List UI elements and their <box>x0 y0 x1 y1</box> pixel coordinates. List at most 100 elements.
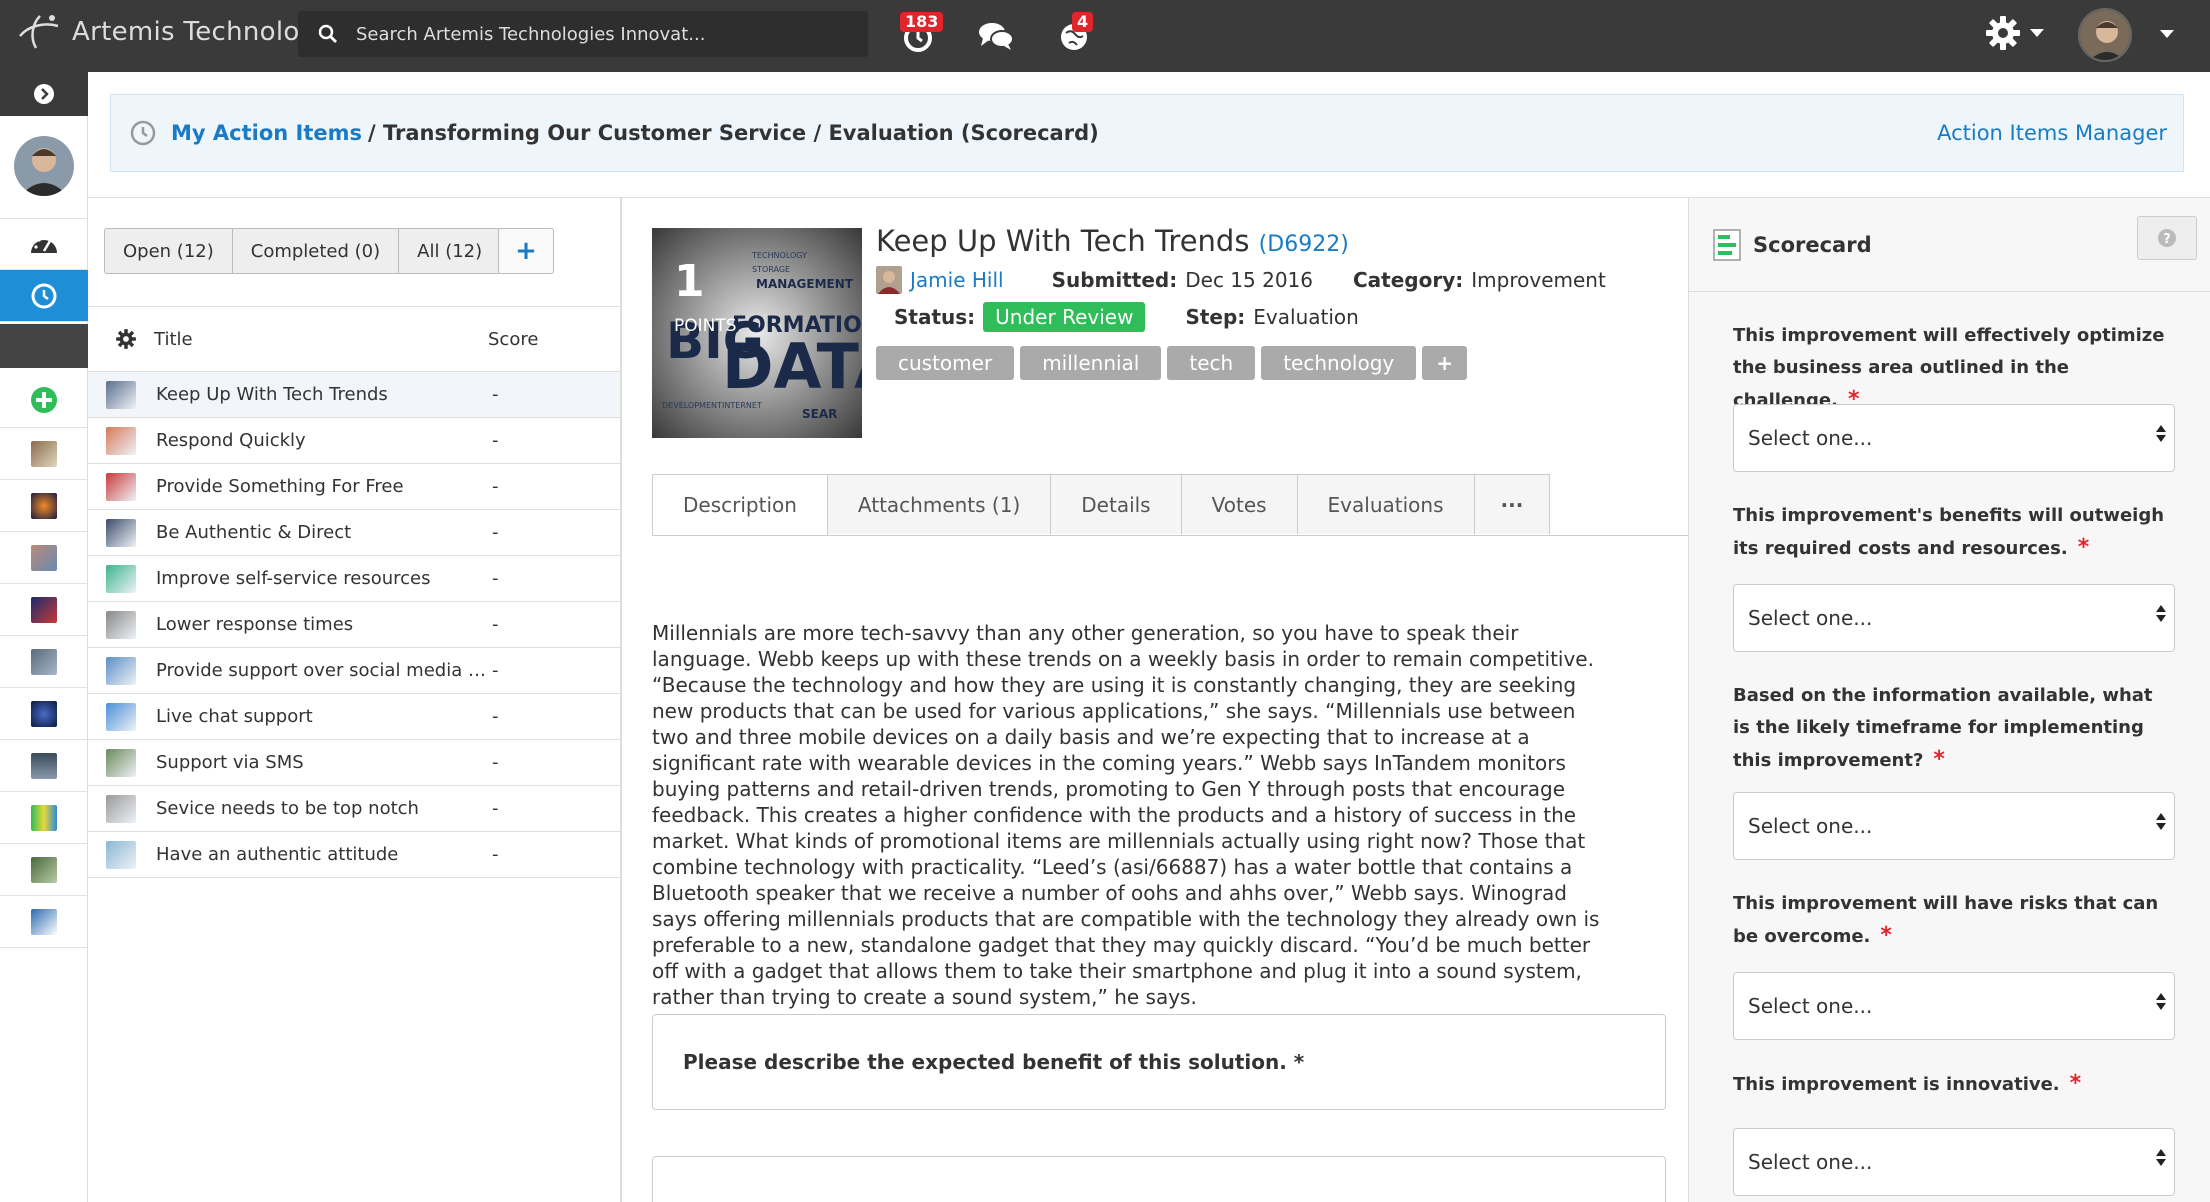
select-arrows-icon <box>2156 993 2166 1010</box>
user-avatar[interactable] <box>2078 8 2132 62</box>
tag-millennial[interactable]: millennial <box>1020 346 1162 380</box>
rail-divider <box>0 324 88 368</box>
column-score-header[interactable]: Score <box>488 329 538 350</box>
item-thumbnail-icon <box>106 702 136 731</box>
tag-customer[interactable]: customer <box>876 346 1015 380</box>
item-score: - <box>492 430 499 451</box>
messages-button[interactable] <box>974 14 1018 58</box>
tab-description[interactable]: Description <box>652 474 828 536</box>
scorecard-question-3: Based on the information available, what… <box>1733 680 2173 777</box>
tag-tech[interactable]: tech <box>1167 346 1256 380</box>
activity-button[interactable]: 183 <box>896 12 944 58</box>
item-score: - <box>492 798 499 819</box>
filter-open-button[interactable]: Open (12) <box>104 228 233 274</box>
list-item[interactable]: Sevice needs to be top notch - <box>88 786 620 832</box>
scorecard-list-icon <box>1713 228 1741 261</box>
clock-icon <box>31 283 57 308</box>
item-thumbnail-icon <box>106 794 136 823</box>
user-menu-chevron-icon[interactable] <box>2160 30 2174 38</box>
required-asterisk: * <box>1933 747 1945 772</box>
idea-id-link[interactable]: D6922 <box>1267 232 1340 257</box>
svg-text:?: ? <box>2163 232 2171 247</box>
scorecard-question-4: This improvement will have risks that ca… <box>1733 888 2173 953</box>
list-item[interactable]: Lower response times - <box>88 602 620 648</box>
clock-icon <box>130 120 156 146</box>
settings-menu[interactable] <box>1984 14 2044 52</box>
add-tag-button[interactable]: + <box>1422 346 1468 380</box>
column-title-header[interactable]: Title <box>154 329 488 350</box>
challenge-thumbnail-icon <box>31 908 57 935</box>
svg-text:STORAGE: STORAGE <box>752 265 790 274</box>
list-item[interactable]: Have an authentic attitude - <box>88 832 620 878</box>
rail-challenge-7[interactable] <box>0 740 88 792</box>
scorecard-select-1[interactable]: Select one... <box>1733 404 2175 472</box>
rail-challenge-6[interactable] <box>0 688 88 740</box>
list-item[interactable]: Improve self-service resources - <box>88 556 620 602</box>
list-item[interactable]: Support via SMS - <box>88 740 620 786</box>
tab-votes[interactable]: Votes <box>1180 474 1298 534</box>
rail-challenge-3[interactable] <box>0 532 88 584</box>
rail-challenge-8[interactable] <box>0 792 88 844</box>
rail-challenge-4[interactable] <box>0 584 88 636</box>
list-item[interactable]: Live chat support - <box>88 694 620 740</box>
tab-details[interactable]: Details <box>1050 474 1182 534</box>
question-2-text: This improvement's benefits will outweig… <box>1733 505 2165 559</box>
scorecard-select-4[interactable]: Select one... <box>1733 972 2175 1040</box>
rail-action-items[interactable] <box>0 270 88 322</box>
user-photo-icon <box>2080 10 2130 60</box>
tab-evaluations[interactable]: Evaluations <box>1296 474 1475 534</box>
list-item[interactable]: Provide Something For Free - <box>88 464 620 510</box>
points-label: POINTS <box>674 316 737 336</box>
scorecard-help-button[interactable]: ? <box>2137 216 2197 260</box>
column-settings-gear-icon[interactable] <box>98 328 154 350</box>
rail-challenge-2[interactable] <box>0 480 88 532</box>
scorecard-select-5[interactable]: Select one... <box>1733 1128 2175 1196</box>
search-bar[interactable] <box>298 11 868 57</box>
rail-challenge-9[interactable] <box>0 844 88 896</box>
list-item[interactable]: Provide support over social media c... - <box>88 648 620 694</box>
select-arrows-icon <box>2156 813 2166 830</box>
author-avatar <box>876 266 902 294</box>
rail-add-button[interactable] <box>0 372 88 428</box>
tab-attachments[interactable]: Attachments (1) <box>826 474 1052 534</box>
add-item-button[interactable]: + <box>498 228 554 274</box>
select-arrows-icon <box>2156 425 2166 442</box>
challenge-thumbnail-icon <box>31 752 57 779</box>
question-circle-icon: ? <box>2158 229 2176 247</box>
list-item[interactable]: Be Authentic & Direct - <box>88 510 620 556</box>
list-item[interactable]: Respond Quickly - <box>88 418 620 464</box>
item-title: Support via SMS <box>156 752 304 773</box>
rail-dashboard[interactable] <box>0 218 88 270</box>
rail-challenge-5[interactable] <box>0 636 88 688</box>
scorecard-select-3[interactable]: Select one... <box>1733 792 2175 860</box>
submitted-date: Dec 15 2016 <box>1185 268 1313 292</box>
item-title: Improve self-service resources <box>156 568 431 589</box>
item-title: Keep Up With Tech Trends <box>156 384 388 405</box>
rail-expand-button[interactable] <box>0 72 88 116</box>
rail-challenge-1[interactable] <box>0 428 88 480</box>
required-asterisk: * <box>2077 535 2090 560</box>
item-thumbnail-icon <box>106 472 136 501</box>
item-score: - <box>492 706 499 727</box>
idea-description: Millennials are more tech-savvy than any… <box>652 621 1600 1009</box>
filter-all-button[interactable]: All (12) <box>399 228 502 274</box>
scorecard-select-2[interactable]: Select one... <box>1733 584 2175 652</box>
item-thumbnail-icon <box>106 564 136 593</box>
rail-challenge-10[interactable] <box>0 896 88 948</box>
search-input[interactable] <box>356 23 836 45</box>
required-asterisk: * <box>1880 923 1892 948</box>
tab-more-ellipsis[interactable]: ··· <box>1473 474 1551 534</box>
item-score: - <box>492 660 499 681</box>
list-item[interactable]: Keep Up With Tech Trends - <box>88 372 620 418</box>
rail-avatar[interactable] <box>14 136 74 196</box>
benefit-answer-field[interactable] <box>652 1156 1666 1202</box>
author-link[interactable]: Jamie Hill <box>910 268 1004 292</box>
tag-technology[interactable]: technology <box>1261 346 1417 380</box>
list-header: Title Score <box>88 306 620 372</box>
idea-meta-row: Jamie Hill Submitted: Dec 15 2016 Catego… <box>876 266 1646 294</box>
svg-text:TECHNOLOGY: TECHNOLOGY <box>751 251 807 260</box>
ideas-button[interactable]: 4 <box>1052 12 1096 58</box>
action-items-manager-link[interactable]: Action Items Manager <box>1937 121 2167 145</box>
breadcrumb-my-action-items-link[interactable]: My Action Items <box>171 121 362 145</box>
filter-completed-button[interactable]: Completed (0) <box>232 228 400 274</box>
